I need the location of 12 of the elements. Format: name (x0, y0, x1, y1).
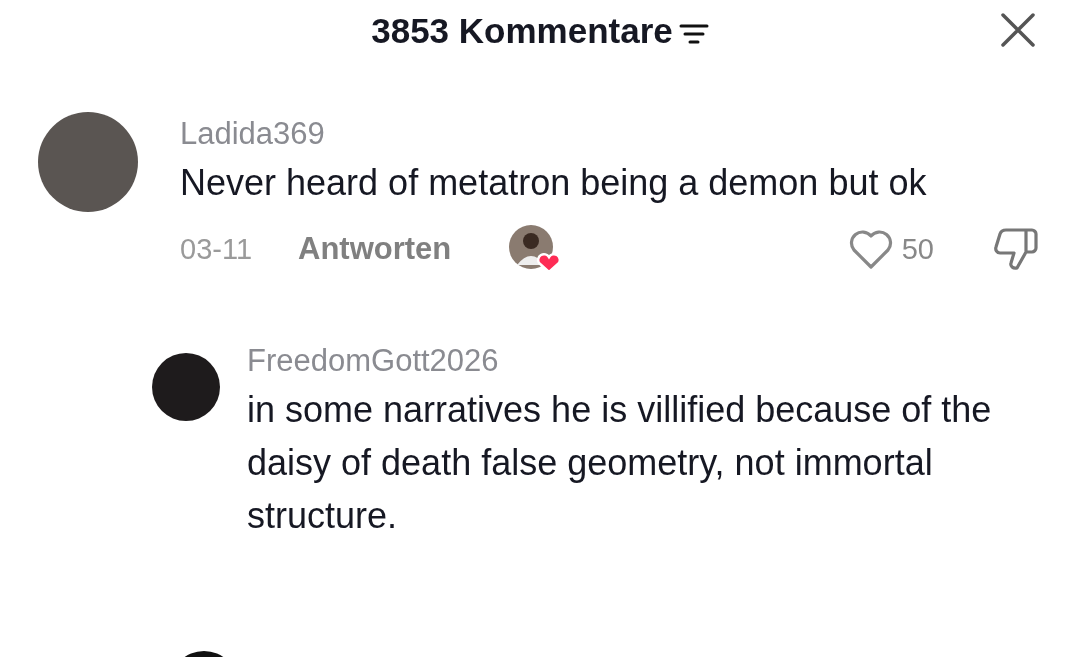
comment-text: Never heard of metatron being a demon but ok (180, 161, 928, 205)
comment-text: in some narratives he is villified because of the daisy of death false geometry, not immortal structure. (247, 388, 993, 538)
username[interactable]: Ladida369 (180, 112, 325, 156)
close-icon[interactable] (1000, 12, 1036, 48)
comments-title: 3853 Kommentare (371, 10, 673, 51)
thumbs-down-icon[interactable] (992, 226, 1040, 272)
like-count: 50 (901, 232, 934, 266)
sort-icon[interactable] (678, 23, 709, 45)
comment-date: 03-11 (180, 232, 253, 266)
reply-button[interactable]: Antworten (298, 231, 452, 267)
heart-icon[interactable] (847, 228, 894, 270)
username[interactable]: FreedomGott2026 (247, 339, 499, 383)
